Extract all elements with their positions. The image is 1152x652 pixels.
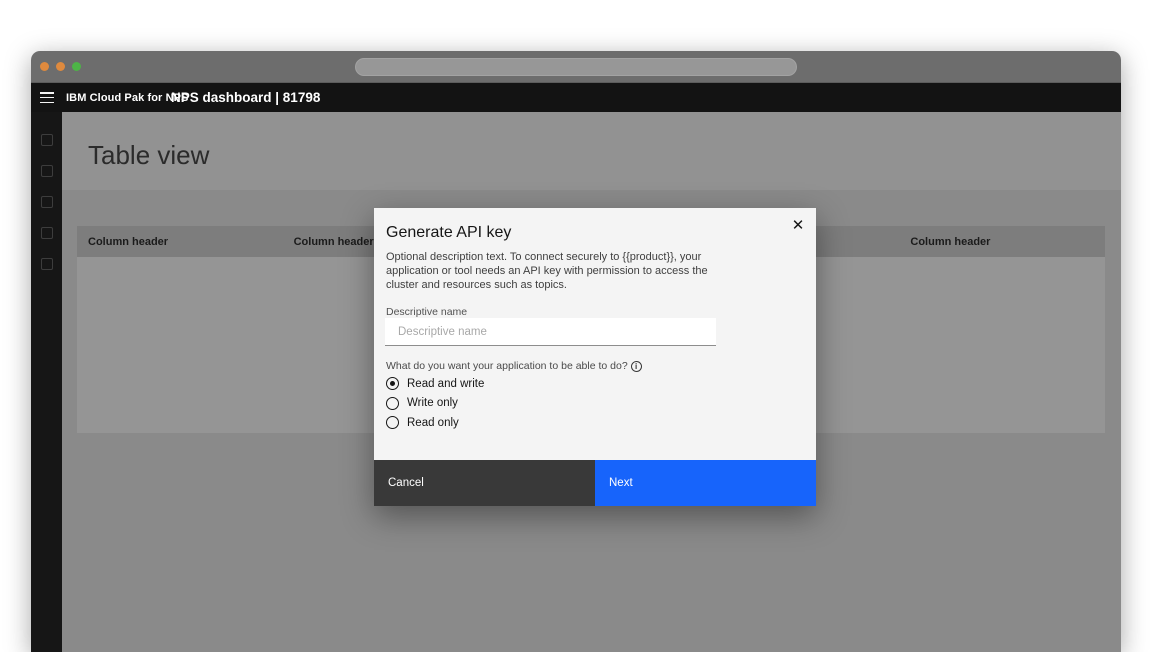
modal-description: Optional description text. To connect se… — [386, 250, 738, 292]
nav-placeholder-icon[interactable] — [41, 196, 53, 208]
radio-label: Read and write — [407, 378, 484, 390]
permissions-legend: What do you want your application to be … — [386, 360, 642, 372]
close-icon[interactable]: ✕ — [784, 212, 812, 240]
info-icon[interactable]: i — [631, 361, 642, 372]
next-button[interactable]: Next — [595, 460, 816, 506]
menu-icon[interactable] — [40, 92, 54, 103]
descriptive-name-input[interactable] — [385, 318, 716, 346]
modal-footer: Cancel Next — [374, 460, 816, 506]
nav-placeholder-icon[interactable] — [41, 134, 53, 146]
browser-chrome — [31, 51, 1121, 83]
radio-button-icon[interactable] — [386, 416, 399, 429]
radio-label: Read only — [407, 417, 459, 429]
desktop-background: IBM Cloud Pak for NPS NPS dashboard | 81… — [0, 0, 1152, 652]
radio-write-only[interactable]: Write only — [386, 397, 484, 410]
page-title: Table view — [88, 140, 209, 171]
nav-placeholder-icon[interactable] — [41, 258, 53, 270]
address-bar[interactable] — [355, 58, 797, 76]
radio-read-only[interactable]: Read only — [386, 416, 484, 429]
page-header-band — [62, 112, 1121, 190]
generate-api-key-modal: Generate API key ✕ Optional description … — [374, 208, 816, 506]
nav-placeholder-icon[interactable] — [41, 227, 53, 239]
column-header[interactable]: Column header — [77, 236, 283, 248]
permissions-legend-text: What do you want your application to be … — [386, 360, 628, 372]
nav-placeholder-icon[interactable] — [41, 165, 53, 177]
modal-title: Generate API key — [386, 224, 511, 242]
radio-read-and-write[interactable]: Read and write — [386, 377, 484, 390]
radio-button-icon[interactable] — [386, 397, 399, 410]
window-minimize-button[interactable] — [56, 62, 65, 71]
cancel-button[interactable]: Cancel — [374, 460, 595, 506]
window-close-button[interactable] — [40, 62, 49, 71]
column-header[interactable]: Column header — [899, 236, 1105, 248]
side-nav — [31, 112, 62, 652]
app-header: IBM Cloud Pak for NPS NPS dashboard | 81… — [31, 83, 1121, 112]
descriptive-name-label: Descriptive name — [386, 306, 467, 318]
permissions-radio-group: Read and write Write only Read only — [386, 377, 484, 429]
radio-label: Write only — [407, 397, 458, 409]
app-title: NPS dashboard | 81798 — [171, 90, 320, 105]
radio-button-icon[interactable] — [386, 377, 399, 390]
window-zoom-button[interactable] — [72, 62, 81, 71]
